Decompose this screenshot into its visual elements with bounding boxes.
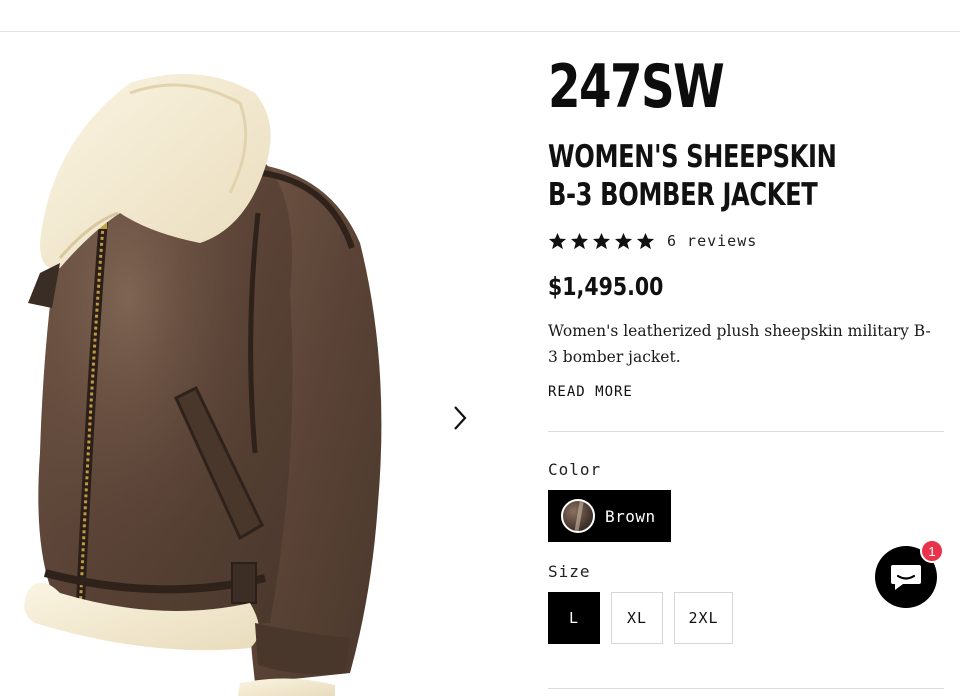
star-rating [548, 232, 655, 251]
color-option-label: Brown [605, 506, 656, 526]
chevron-right-icon [454, 406, 467, 430]
product-image-jacket [24, 74, 382, 696]
product-description: Women's leatherized plush sheepskin mili… [548, 322, 931, 366]
product-title-line-1: WOMEN'S SHEEPSKIN [548, 139, 837, 175]
product-title-line-2: B-3 BOMBER JACKET [548, 177, 818, 213]
star-icon [636, 232, 655, 249]
color-label: Color [548, 460, 602, 479]
size-options: L XL 2XL [548, 592, 733, 644]
product-rating: 6 reviews [548, 229, 757, 253]
star-icon [548, 232, 567, 249]
divider [548, 688, 944, 689]
chat-notification-badge: 1 [920, 539, 944, 563]
product-sku: 247SW [548, 52, 725, 122]
top-nav-bar [0, 0, 960, 32]
color-option-brown[interactable]: Brown [548, 490, 671, 542]
star-icon [592, 232, 611, 249]
size-option-xl[interactable]: XL [611, 592, 663, 644]
star-icon [570, 232, 589, 249]
size-option-l[interactable]: L [548, 592, 600, 644]
next-image-button[interactable] [452, 405, 484, 441]
product-image-gallery [0, 33, 500, 696]
color-swatch [561, 499, 595, 533]
size-label: Size [548, 562, 591, 581]
chat-bubble-icon [891, 565, 921, 590]
divider [548, 431, 944, 432]
size-option-2xl[interactable]: 2XL [674, 592, 733, 644]
product-price: $1,495.00 [548, 272, 664, 301]
read-more-link[interactable]: READ MORE [548, 384, 633, 400]
reviews-link[interactable]: 6 reviews [667, 232, 757, 250]
star-icon [614, 232, 633, 249]
product-title: WOMEN'S SHEEPSKIN B-3 BOMBER JACKET [548, 138, 837, 214]
